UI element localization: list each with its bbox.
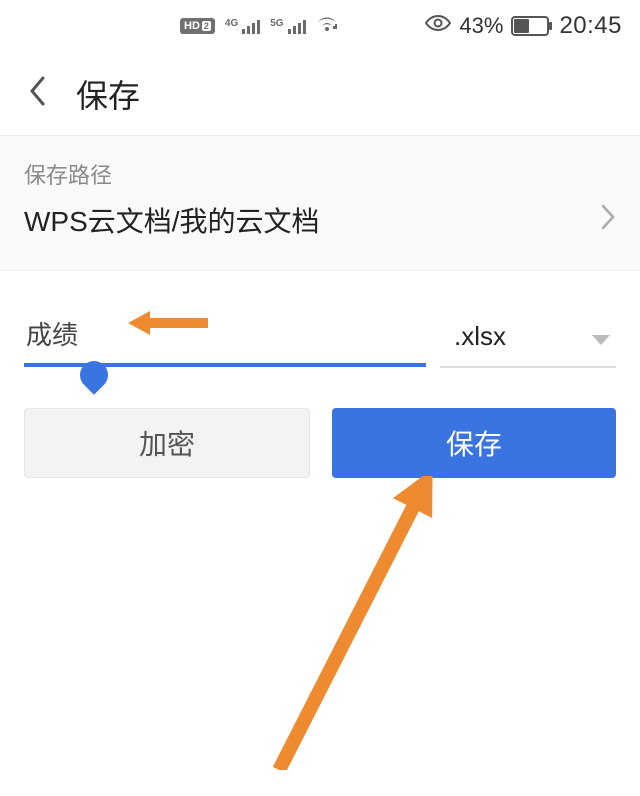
chevron-left-icon <box>28 74 48 108</box>
save-path-section[interactable]: 保存路径 WPS云文档/我的云文档 <box>0 136 640 271</box>
path-label: 保存路径 <box>24 158 616 190</box>
filename-row: .xlsx <box>24 311 616 368</box>
hd-text: HD <box>184 20 200 32</box>
filename-input[interactable] <box>24 312 426 367</box>
path-value: WPS云文档/我的云文档 <box>24 200 320 240</box>
button-row: 加密 保存 <box>24 408 616 478</box>
wifi-icon <box>316 15 338 38</box>
net-5g: 5G <box>270 18 305 34</box>
chevron-right-icon <box>600 201 616 240</box>
hd-num: 2 <box>202 21 211 31</box>
battery-text: 43% <box>459 13 503 39</box>
status-bar: HD 2 4G 5G 43% 20:45 <box>0 0 640 52</box>
annotation-arrow-icon <box>224 476 484 770</box>
back-button[interactable] <box>28 74 48 114</box>
clock: 20:45 <box>559 12 622 40</box>
filename-input-wrap <box>24 312 426 367</box>
encrypt-button[interactable]: 加密 <box>24 408 310 478</box>
net-4g: 4G <box>225 18 260 34</box>
dropdown-icon <box>592 321 610 352</box>
extension-value: .xlsx <box>454 321 506 352</box>
extension-select[interactable]: .xlsx <box>440 311 616 368</box>
battery-icon <box>511 16 549 36</box>
save-button[interactable]: 保存 <box>332 408 616 478</box>
hd-badge: HD 2 <box>180 18 215 34</box>
eye-icon <box>425 14 451 38</box>
header: 保存 <box>0 52 640 136</box>
status-right: 43% 20:45 <box>425 12 622 40</box>
page-title: 保存 <box>76 71 140 117</box>
status-left: HD 2 4G 5G <box>180 15 338 38</box>
